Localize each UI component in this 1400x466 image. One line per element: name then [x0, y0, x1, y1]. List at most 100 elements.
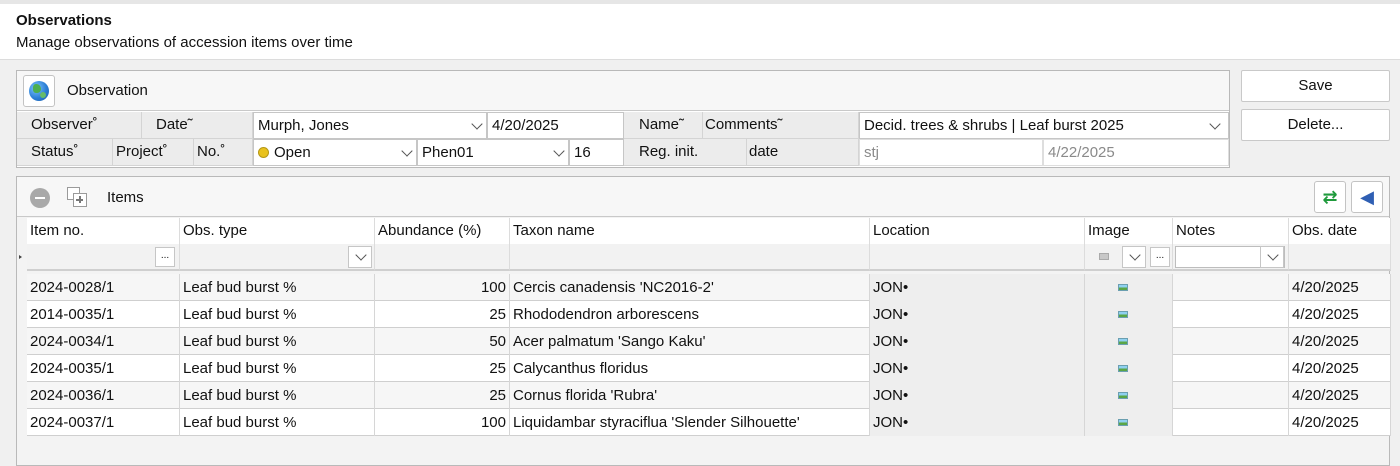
cell-item-no[interactable]: 2024-0037/1 [27, 409, 180, 436]
cell-image[interactable] [1085, 301, 1173, 328]
cell-notes[interactable] [1173, 355, 1289, 382]
cell-item-no[interactable]: 2024-0035/1 [27, 355, 180, 382]
cell-taxon[interactable]: Calycanthus floridus [510, 355, 870, 382]
cell-obs-type[interactable]: Leaf bud burst % [180, 274, 375, 301]
image-icon[interactable] [1118, 311, 1128, 318]
cell-taxon[interactable]: Rhododendron arborescens [510, 301, 870, 328]
filter-obs-date[interactable] [1289, 244, 1391, 271]
cell-location[interactable]: JON• [870, 409, 1085, 436]
chevron-down-icon[interactable] [470, 119, 484, 133]
cell-obs-date[interactable]: 4/20/2025 [1289, 301, 1391, 328]
filter-notes[interactable] [1173, 244, 1289, 271]
image-icon[interactable] [1118, 392, 1128, 399]
refresh-button[interactable]: ⇄ [1314, 181, 1346, 213]
filter-image[interactable]: ... [1085, 244, 1173, 271]
cell-image[interactable] [1085, 382, 1173, 409]
cell-abundance[interactable]: 100 [375, 274, 510, 301]
image-icon[interactable] [1118, 419, 1128, 426]
chevron-down-icon[interactable] [1260, 246, 1284, 268]
column-header-item-no[interactable]: Item no. [27, 218, 180, 244]
chevron-down-icon[interactable] [400, 146, 414, 160]
filter-abundance[interactable] [375, 244, 510, 271]
table-row[interactable]: 2024-0036/1 Leaf bud burst % 25 Cornus flor… [27, 382, 1391, 409]
chevron-down-icon[interactable] [348, 246, 372, 268]
image-icon[interactable] [1118, 365, 1128, 372]
cell-obs-date[interactable]: 4/20/2025 [1289, 328, 1391, 355]
cell-abundance[interactable]: 25 [375, 382, 510, 409]
cell-location[interactable]: JON• [870, 382, 1085, 409]
filter-obs-type[interactable] [180, 244, 375, 271]
save-button[interactable]: Save [1241, 70, 1390, 102]
cell-taxon[interactable]: Cercis canadensis 'NC2016-2' [510, 274, 870, 301]
add-row-icon[interactable] [67, 187, 89, 209]
cell-obs-date[interactable]: 4/20/2025 [1289, 409, 1391, 436]
image-icon[interactable] [1118, 338, 1128, 345]
image-icon[interactable] [1118, 284, 1128, 291]
observation-panel-title: Observation [67, 82, 148, 99]
cell-obs-type[interactable]: Leaf bud burst % [180, 382, 375, 409]
cell-taxon[interactable]: Acer palmatum 'Sango Kaku' [510, 328, 870, 355]
column-header-obs-type[interactable]: Obs. type [180, 218, 375, 244]
cell-taxon[interactable]: Cornus florida 'Rubra' [510, 382, 870, 409]
cell-notes[interactable] [1173, 382, 1289, 409]
table-row[interactable]: 2024-0037/1 Leaf bud burst % 100 Liquidamba… [27, 409, 1391, 436]
cell-image[interactable] [1085, 355, 1173, 382]
cell-obs-type[interactable]: Leaf bud burst % [180, 301, 375, 328]
column-header-image[interactable]: Image [1085, 218, 1173, 244]
cell-abundance[interactable]: 50 [375, 328, 510, 355]
number-field[interactable]: 16 [569, 139, 624, 166]
cell-item-no[interactable]: 2024-0028/1 [27, 274, 180, 301]
table-row[interactable]: 2024-0035/1 Leaf bud burst % 25 Calycanthus… [27, 355, 1391, 382]
chevron-down-icon[interactable] [1122, 246, 1146, 268]
cell-obs-date[interactable]: 4/20/2025 [1289, 382, 1391, 409]
cell-notes[interactable] [1173, 274, 1289, 301]
delete-button[interactable]: Delete... [1241, 109, 1390, 141]
cell-image[interactable] [1085, 274, 1173, 301]
cell-taxon[interactable]: Liquidambar styraciflua 'Slender Silhoue… [510, 409, 870, 436]
cell-obs-type[interactable]: Leaf bud burst % [180, 355, 375, 382]
cell-image[interactable] [1085, 409, 1173, 436]
column-header-location[interactable]: Location [870, 218, 1085, 244]
cell-abundance[interactable]: 100 [375, 409, 510, 436]
cell-item-no[interactable]: 2024-0036/1 [27, 382, 180, 409]
filter-ellipsis-button[interactable]: ... [155, 247, 175, 267]
cell-location[interactable]: JON• [870, 355, 1085, 382]
filter-location[interactable] [870, 244, 1085, 271]
filter-ellipsis-button[interactable]: ... [1150, 247, 1170, 267]
column-header-obs-date[interactable]: Obs. date [1289, 218, 1391, 244]
cell-item-no[interactable]: 2014-0035/1 [27, 301, 180, 328]
date-field[interactable]: 4/20/2025 [487, 112, 624, 139]
chevron-down-icon[interactable] [1208, 119, 1222, 133]
column-header-notes[interactable]: Notes [1173, 218, 1289, 244]
cell-obs-type[interactable]: Leaf bud burst % [180, 328, 375, 355]
filter-item-no[interactable]: ... [27, 244, 180, 271]
cell-location[interactable]: JON• [870, 274, 1085, 301]
table-row[interactable]: 2024-0028/1 Leaf bud burst % 100 Cercis can… [27, 274, 1391, 301]
table-row[interactable]: 2024-0034/1 Leaf bud burst % 50 Acer palmat… [27, 328, 1391, 355]
speaker-button[interactable]: ◀ [1351, 181, 1383, 213]
cell-image[interactable] [1085, 328, 1173, 355]
cell-abundance[interactable]: 25 [375, 355, 510, 382]
cell-item-no[interactable]: 2024-0034/1 [27, 328, 180, 355]
status-select[interactable]: Open [253, 139, 417, 166]
minus-circle-icon[interactable] [30, 188, 50, 208]
filter-taxon-name[interactable] [510, 244, 870, 271]
column-header-abundance[interactable]: Abundance (%) [375, 218, 510, 244]
cell-abundance[interactable]: 25 [375, 301, 510, 328]
comments-select[interactable]: Decid. trees & shrubs | Leaf burst 2025 [859, 112, 1229, 139]
table-row[interactable]: 2014-0035/1 Leaf bud burst % 25 Rhododendro… [27, 301, 1391, 328]
cell-location[interactable]: JON• [870, 328, 1085, 355]
cell-notes[interactable] [1173, 301, 1289, 328]
cell-obs-type[interactable]: Leaf bud burst % [180, 409, 375, 436]
chevron-down-icon[interactable] [552, 146, 566, 160]
globe-button[interactable] [23, 75, 55, 107]
project-select[interactable]: Phen01 [417, 139, 569, 166]
cell-notes[interactable] [1173, 328, 1289, 355]
observer-select[interactable]: Murph, Jones [253, 112, 487, 139]
cell-notes[interactable] [1173, 409, 1289, 436]
cell-obs-date[interactable]: 4/20/2025 [1289, 355, 1391, 382]
cell-obs-date[interactable]: 4/20/2025 [1289, 274, 1391, 301]
column-header-taxon-name[interactable]: Taxon name [510, 218, 870, 244]
cell-location[interactable]: JON• [870, 301, 1085, 328]
items-panel-title: Items [107, 189, 144, 206]
